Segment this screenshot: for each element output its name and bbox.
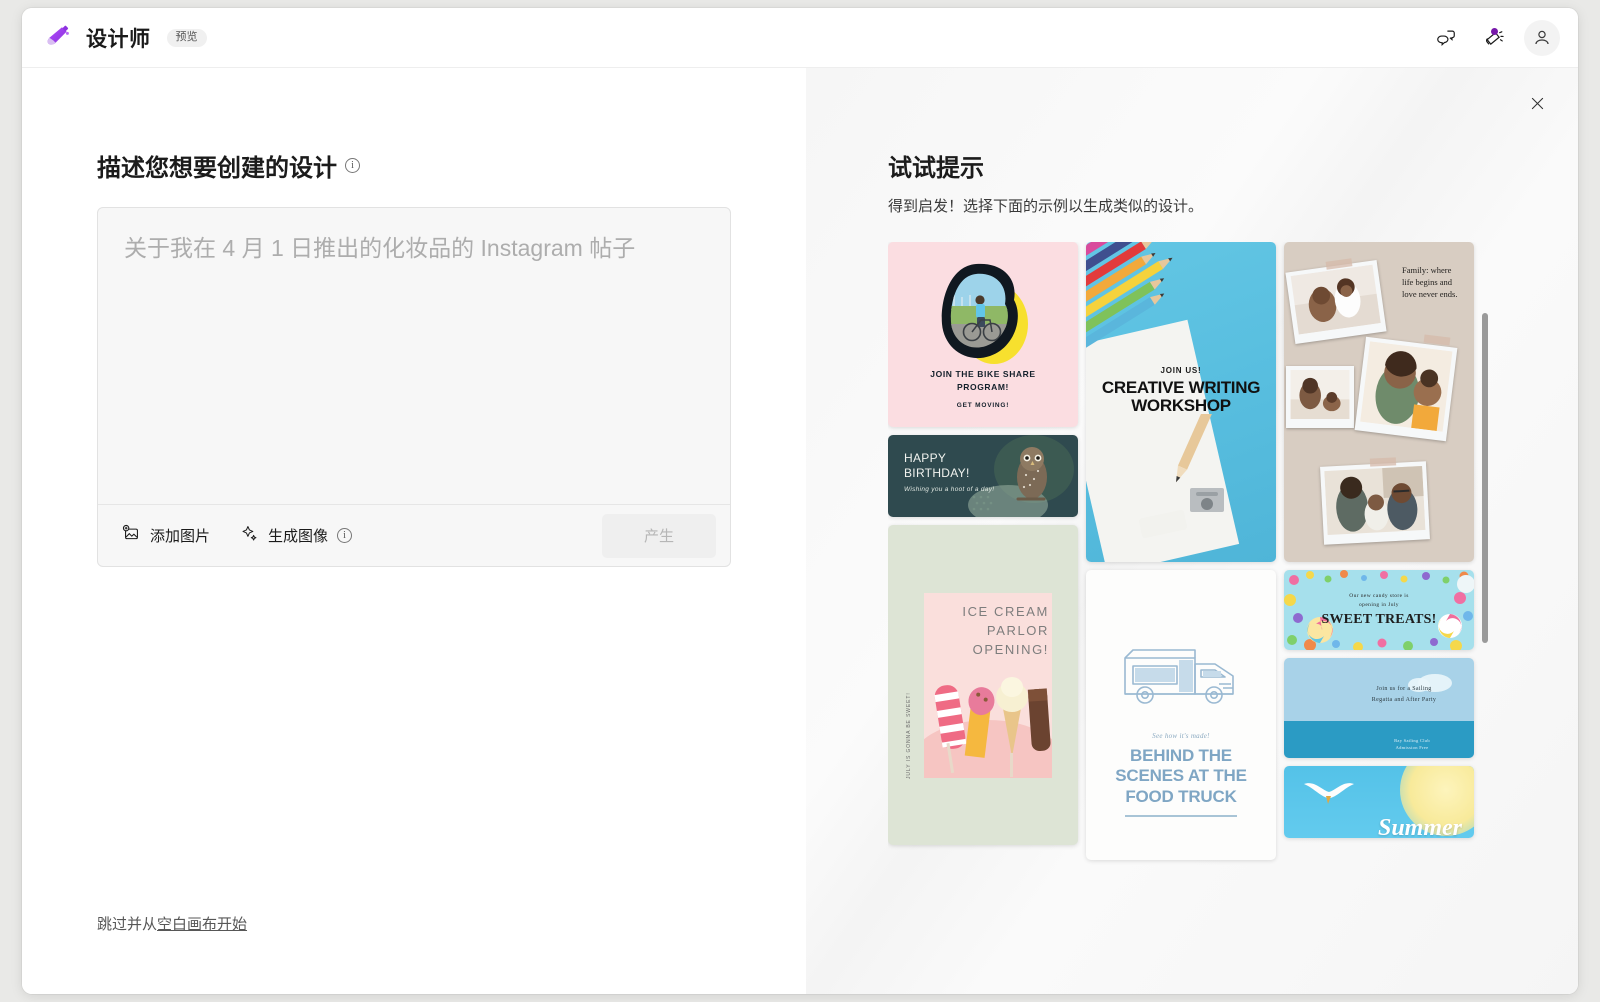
gallery-columns: JOIN THE BIKE SHARE PROGRAM! GET MOVING!: [888, 242, 1506, 860]
card-line-3: GET MOVING!: [956, 402, 1010, 409]
ice-cream-headline: ICE CREAM PARLOR OPENING!: [924, 603, 1054, 660]
person-avatar-icon[interactable]: [1524, 19, 1560, 56]
card-line-2: Regatta and After Party: [1371, 696, 1437, 703]
designer-app-window: 设计师 预览 描述您想要创建的设计 i 关于我在 4 月 1 日推出的化妆品的 …: [22, 8, 1578, 994]
pencils-photo: [1086, 242, 1173, 356]
card-line-3: FOOD TRUCK: [1125, 786, 1237, 806]
card-line-3: Wishing you a hoot of a day!: [904, 486, 995, 494]
gallery-card-summer-sale[interactable]: Summer: [1284, 766, 1474, 838]
polaroid-photo-3: [1354, 336, 1458, 442]
top-bar-actions: [1428, 19, 1560, 56]
divider: [1125, 815, 1237, 817]
gallery-card-happy-birthday[interactable]: HAPPY BIRTHDAY! Wishing you a hoot of a …: [888, 435, 1078, 517]
generate-button[interactable]: 产生: [602, 513, 716, 558]
generate-image-label: 生成图像: [268, 528, 329, 545]
gallery-card-creative-writing[interactable]: JOIN US! CREATIVE WRITING WORKSHOP: [1086, 242, 1276, 562]
card-quote: Family: where life begins and love never…: [1402, 265, 1458, 300]
card-line-1: ICE CREAM: [962, 604, 1049, 619]
sparkle-icon: [240, 524, 259, 547]
gallery-card-bike-share[interactable]: JOIN THE BIKE SHARE PROGRAM! GET MOVING!: [888, 242, 1078, 427]
card-line-1: BEHIND THE: [1130, 746, 1232, 765]
card-line-2: BIRTHDAY!: [904, 465, 970, 480]
card-line-1: HAPPY: [904, 451, 947, 465]
prompt-input[interactable]: [98, 208, 730, 504]
info-icon[interactable]: i: [337, 528, 353, 543]
notification-dot: [1491, 27, 1498, 35]
tips-pane: 试试提示 得到启发！选择下面的示例以生成类似的设计。 JOIN THE BIKE…: [806, 68, 1578, 994]
creative-writing-headline: JOIN US! CREATIVE WRITING WORKSHOP: [1086, 366, 1276, 416]
bike-photo-blob: [941, 263, 1028, 364]
card-line-3: WORKSHOP: [1131, 396, 1231, 416]
blank-canvas-link[interactable]: 空白画布开始: [157, 916, 247, 933]
prompt-pane: 描述您想要创建的设计 i 关于我在 4 月 1 日推出的化妆品的 Instagr…: [22, 68, 806, 994]
skip-row: 跳过并从空白画布开始: [97, 913, 247, 934]
card-line-4: Admission Free: [1395, 745, 1429, 751]
card-line-3: Bay Sailing Club: [1394, 737, 1430, 743]
card-line-1: Our new candy store is: [1349, 593, 1409, 600]
card-script-text: See how it's made!: [1152, 732, 1210, 740]
prompt-toolbar: 添加图片 生成图像 i 产生: [98, 504, 730, 566]
seagull-icon: [1304, 783, 1354, 804]
card-line-1: Summer: [1377, 815, 1462, 838]
candy-border: [1284, 570, 1474, 650]
paintbrush-logo-icon: [42, 23, 72, 53]
polaroid-photo-2: [1286, 366, 1354, 428]
app-title: 设计师: [86, 27, 151, 51]
add-image-icon: [122, 524, 141, 547]
card-line-2: PARLOR: [986, 622, 1049, 638]
gallery-card-family-collage[interactable]: Family: where life begins and love never…: [1284, 242, 1474, 562]
sharpener-eraser: [1138, 414, 1225, 539]
card-line-1: JOIN US!: [1160, 366, 1202, 375]
gallery-card-sweet-treats[interactable]: Our new candy store is opening in July S…: [1284, 570, 1474, 650]
body-split: 描述您想要创建的设计 i 关于我在 4 月 1 日推出的化妆品的 Instagr…: [22, 68, 1578, 994]
gallery-scrollbar[interactable]: [1482, 313, 1488, 643]
gallery-card-ice-cream-parlor[interactable]: ICE CREAM PARLOR OPENING! JULY IS GONNA …: [888, 525, 1078, 845]
tape-3: [1369, 457, 1397, 467]
tips-title: 试试提示: [888, 155, 984, 182]
megaphone-icon[interactable]: [1476, 20, 1512, 56]
gallery-column-2: JOIN US! CREATIVE WRITING WORKSHOP See h…: [1086, 242, 1276, 860]
preview-badge: 预览: [166, 28, 207, 47]
tips-subtitle: 得到启发！选择下面的示例以生成类似的设计。: [888, 198, 1204, 215]
card-line-1: Join us for a Sailing: [1376, 686, 1432, 692]
food-truck-illustration: [1124, 649, 1234, 704]
card-line-2: CREATIVE WRITING: [1101, 378, 1261, 397]
gallery-card-sailing-regatta[interactable]: Join us for a Sailing Regatta and After …: [1284, 658, 1474, 758]
card-line-3: SWEET TREATS!: [1321, 611, 1437, 627]
card-line-2: opening in July: [1359, 601, 1399, 608]
chat-feedback-icon[interactable]: [1428, 20, 1464, 56]
prompt-box: 添加图片 生成图像 i 产生: [97, 207, 731, 567]
gallery-column-3: Family: where life begins and love never…: [1284, 242, 1474, 860]
card-line-3: OPENING!: [972, 641, 1049, 657]
add-image-button[interactable]: 添加图片: [120, 520, 212, 551]
card-line-2: PROGRAM!: [956, 381, 1009, 392]
page-title: 描述您想要创建的设计 i: [97, 148, 731, 183]
info-icon[interactable]: i: [345, 158, 360, 173]
prompt-heading-text: 描述您想要创建的设计: [97, 155, 337, 182]
generate-image-button[interactable]: 生成图像 i: [238, 520, 354, 551]
top-bar: 设计师 预览: [22, 8, 1578, 68]
polaroid-photo-1: [1285, 259, 1387, 345]
polaroid-photo-4: [1320, 461, 1430, 545]
card-line-2: SCENES AT THE: [1115, 766, 1247, 786]
gallery-card-food-truck[interactable]: See how it's made! BEHIND THE SCENES AT …: [1086, 570, 1276, 860]
close-icon[interactable]: [1520, 86, 1554, 120]
skip-prefix-text: 跳过并从: [97, 916, 158, 933]
add-image-label: 添加图片: [150, 528, 211, 545]
gallery-column-1: JOIN THE BIKE SHARE PROGRAM! GET MOVING!: [888, 242, 1078, 860]
ice-cream-vertical-text: JULY IS GONNA BE SWEET!: [906, 692, 912, 779]
gallery-viewport: JOIN THE BIKE SHARE PROGRAM! GET MOVING!: [888, 242, 1506, 882]
brand: 设计师 预览: [42, 23, 207, 53]
